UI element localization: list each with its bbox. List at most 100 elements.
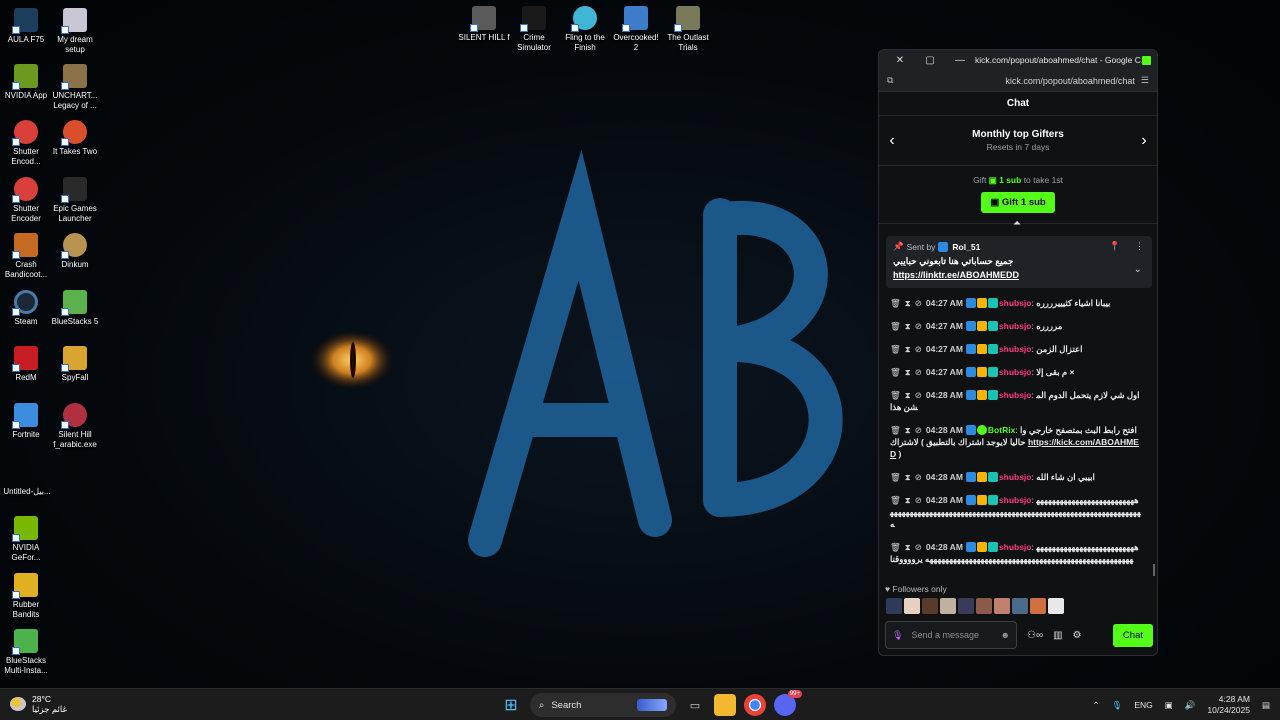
message-user[interactable]: shubsjo — [999, 344, 1032, 354]
message-user[interactable]: shubsjo — [999, 298, 1032, 308]
chevron-down-icon[interactable]: ⌄ — [1134, 264, 1142, 275]
ban-icon[interactable]: ⊘ — [915, 298, 922, 308]
restore-icon[interactable]: ▢ — [915, 55, 945, 66]
follower-avatar[interactable] — [1030, 598, 1046, 614]
desktop-icon-aula-f75[interactable]: AULA F75 — [0, 8, 52, 45]
pinned-link[interactable]: https://linktr.ee/ABOAHMEDD — [893, 270, 1145, 280]
timeout-icon[interactable]: ⧗ — [905, 495, 911, 505]
message-user[interactable]: shubsjo — [999, 321, 1032, 331]
timeout-icon[interactable]: ⧗ — [905, 367, 911, 377]
notifications-icon[interactable]: ▤ — [1262, 700, 1270, 711]
message-user[interactable]: shubsjo — [999, 390, 1032, 400]
desktop-icon-it-takes-two[interactable]: It Takes Two — [49, 120, 101, 157]
chevron-right-icon[interactable]: › — [1131, 132, 1157, 150]
desktop-icon-dinkum[interactable]: Dinkum — [49, 233, 101, 270]
chevron-left-icon[interactable]: ‹ — [879, 132, 905, 150]
desktop-icon-crash-bandicoot[interactable]: Crash Bandicoot... — [0, 233, 52, 280]
volume-icon[interactable]: 🔊 — [1185, 700, 1196, 711]
desktop-icon-silent-hill-f[interactable]: SILENT HILL f — [457, 6, 511, 43]
follower-avatar[interactable] — [958, 598, 974, 614]
more-options-icon[interactable]: ⋮ — [1135, 241, 1144, 251]
desktop-icon-spyfall[interactable]: SpyFall — [49, 346, 101, 383]
follower-avatar[interactable] — [1048, 598, 1064, 614]
message-user[interactable]: shubsjo — [999, 472, 1032, 482]
desktop-icon-fortnite[interactable]: Fortnite — [0, 403, 52, 440]
desktop-icon-crime-simulator[interactable]: Crime Simulator — [508, 6, 560, 53]
desktop-icon-my-dream-setup[interactable]: My dream setup — [49, 8, 101, 55]
follower-avatar[interactable] — [994, 598, 1010, 614]
timeout-icon[interactable]: ⧗ — [905, 472, 911, 482]
emoji-icon[interactable]: ☻ — [1001, 630, 1010, 640]
timeout-icon[interactable]: ⧗ — [905, 542, 911, 552]
message-user[interactable]: BotRix — [988, 425, 1015, 435]
follower-avatar[interactable] — [976, 598, 992, 614]
store-icon[interactable]: ▥ — [1053, 630, 1062, 641]
scrollbar[interactable] — [1153, 564, 1155, 576]
chrome-icon[interactable] — [744, 694, 766, 716]
desktop-icon-untitled[interactable]: Untitled-بيل... — [0, 460, 54, 497]
desktop-icon-overcooked-2[interactable]: Overcooked! 2 — [610, 6, 662, 53]
ban-icon[interactable]: ⊘ — [915, 390, 922, 400]
desktop-icon-shutter-encod[interactable]: Shutter Encod... — [0, 120, 52, 167]
desktop-icon-nvidia-app[interactable]: NVIDIA App — [0, 64, 52, 101]
timeout-icon[interactable]: ⧗ — [905, 298, 911, 308]
delete-icon[interactable]: 🗑 — [890, 321, 901, 331]
settings-gear-icon[interactable]: ⚙ — [1073, 630, 1082, 641]
timeout-icon[interactable]: ⧗ — [905, 321, 911, 331]
message-input[interactable]: 🎙 Send a message ☻ — [885, 621, 1017, 649]
desktop-icon-fling-to-the-finish[interactable]: Fling to the Finish — [559, 6, 611, 53]
desktop-icon-nvidia-geforce[interactable]: NVIDIA GeFor... — [0, 516, 52, 563]
delete-icon[interactable]: 🗑 — [890, 472, 901, 482]
ban-icon[interactable]: ⊘ — [915, 425, 922, 435]
desktop-icon-shutter-encoder[interactable]: Shutter Encoder — [0, 177, 52, 224]
ban-icon[interactable]: ⊘ — [915, 542, 922, 552]
close-icon[interactable]: ✕ — [885, 55, 915, 66]
task-view-icon[interactable]: ▭ — [684, 694, 706, 716]
ban-icon[interactable]: ⊘ — [915, 472, 922, 482]
kick-extension-icon[interactable] — [1142, 55, 1151, 65]
ban-icon[interactable]: ⊘ — [915, 495, 922, 505]
follower-avatar[interactable] — [904, 598, 920, 614]
message-user[interactable]: shubsjo — [999, 495, 1032, 505]
file-explorer-icon[interactable] — [714, 694, 736, 716]
microphone-icon[interactable]: 🎙 — [1112, 700, 1123, 711]
delete-icon[interactable]: 🗑 — [890, 390, 901, 400]
delete-icon[interactable]: 🗑 — [890, 542, 901, 552]
delete-icon[interactable]: 🗑 — [890, 495, 901, 505]
follower-avatar[interactable] — [886, 598, 902, 614]
desktop-icon-redm[interactable]: RedM — [0, 346, 52, 383]
collapse-icon[interactable]: ⏶ — [1013, 218, 1021, 229]
delete-icon[interactable]: 🗑 — [890, 344, 901, 354]
follower-avatar[interactable] — [1012, 598, 1028, 614]
chevron-up-icon[interactable]: ⌃ — [1092, 700, 1099, 711]
desktop-icon-bluestacks-multi[interactable]: BlueStacks Multi-Insta... — [0, 629, 52, 676]
delete-icon[interactable]: 🗑 — [890, 367, 901, 377]
gift-sub-button[interactable]: ▣ Gift 1 sub — [981, 192, 1055, 213]
kicks-icon[interactable]: ⚇∞ — [1027, 630, 1043, 641]
unpin-icon[interactable]: 📍 — [1109, 241, 1120, 251]
desktop-icon-bluestacks-5[interactable]: BlueStacks 5 — [49, 290, 101, 327]
microphone-icon[interactable]: 🎙 — [892, 630, 903, 640]
tune-icon[interactable]: ☰ — [1141, 75, 1149, 86]
discord-icon[interactable]: 99+ — [774, 690, 802, 716]
start-windows-icon[interactable]: ⊞ — [500, 694, 522, 716]
delete-icon[interactable]: 🗑 — [890, 298, 901, 308]
network-icon[interactable]: ▣ — [1165, 700, 1173, 711]
desktop-icon-steam[interactable]: Steam — [0, 290, 52, 327]
desktop-icon-uncharted[interactable]: UNCHART... Legacy of ... — [49, 64, 101, 111]
desktop-icon-outlast-trials[interactable]: The Outlast Trials — [662, 6, 714, 53]
message-user[interactable]: shubsjo — [999, 367, 1032, 377]
clock[interactable]: 4:28 AM 10/24/2025 — [1207, 694, 1250, 716]
timeout-icon[interactable]: ⧗ — [905, 425, 911, 435]
follower-avatar[interactable] — [940, 598, 956, 614]
minimize-icon[interactable]: — — [945, 55, 975, 66]
language-indicator[interactable]: ENG — [1134, 700, 1152, 710]
weather-widget[interactable]: 28°C غائم جزئيا — [10, 694, 67, 714]
timeout-icon[interactable]: ⧗ — [905, 390, 911, 400]
ban-icon[interactable]: ⊘ — [915, 344, 922, 354]
send-chat-button[interactable]: Chat — [1112, 623, 1153, 647]
ban-icon[interactable]: ⊘ — [915, 367, 922, 377]
message-user[interactable]: shubsjo — [999, 542, 1032, 552]
ban-icon[interactable]: ⊘ — [915, 321, 922, 331]
desktop-icon-rubber-bandits[interactable]: Rubber Bandits — [0, 573, 52, 620]
